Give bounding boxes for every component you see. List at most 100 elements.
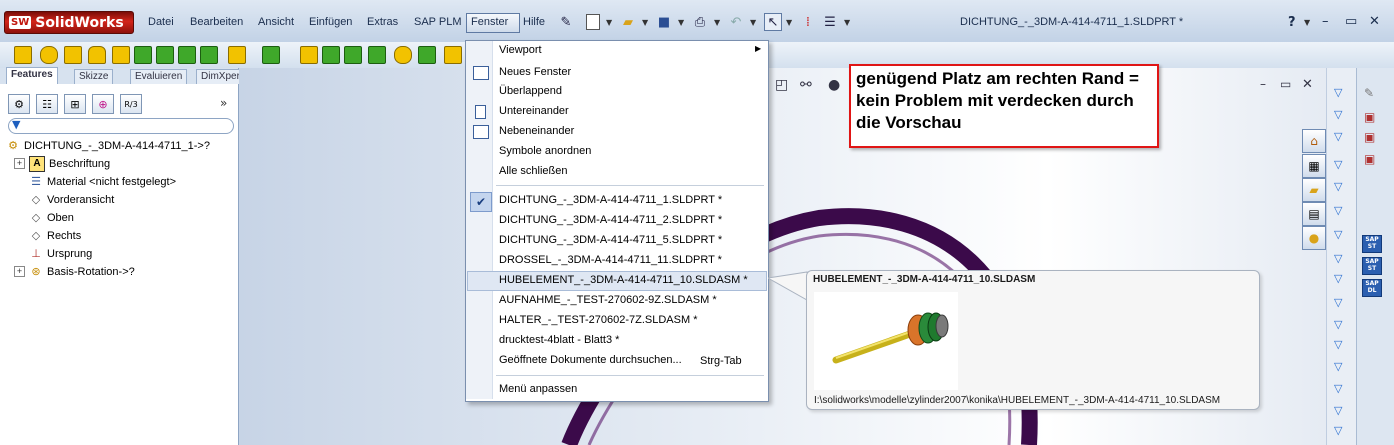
- restore-button[interactable]: ▭: [1345, 14, 1357, 29]
- sap-save-icon[interactable]: ▣: [1364, 130, 1375, 144]
- menu-sap-plm[interactable]: SAP PLM: [414, 16, 462, 28]
- chamfer-icon[interactable]: [134, 46, 152, 64]
- new-document-icon[interactable]: [586, 14, 600, 30]
- filter-icon[interactable]: ▽: [1334, 228, 1342, 241]
- appearances-icon[interactable]: ●: [1302, 226, 1326, 250]
- expand-icon[interactable]: +: [14, 158, 25, 169]
- menu-datei[interactable]: Datei: [148, 16, 174, 28]
- menu-item-document[interactable]: HALTER_-_TEST-270602-7Z.SLDASM *: [499, 311, 697, 329]
- menu-ansicht[interactable]: Ansicht: [258, 16, 294, 28]
- close-button[interactable]: ✕: [1369, 14, 1380, 29]
- menu-item-symbole-anordnen[interactable]: Symbole anordnen: [499, 142, 591, 160]
- display-manager-icon[interactable]: R/3: [120, 94, 142, 114]
- expand-icon[interactable]: +: [14, 266, 25, 277]
- filter-icon[interactable]: ▽: [1334, 424, 1342, 437]
- home-icon[interactable]: ⌂: [1302, 129, 1326, 153]
- menu-item-viewport[interactable]: Viewport: [499, 41, 542, 59]
- print-icon[interactable]: ⎙: [692, 14, 708, 30]
- filter-icon[interactable]: ▽: [1334, 272, 1342, 285]
- rebuild-traffic-light-icon[interactable]: ⁞: [800, 14, 816, 30]
- menu-item-neues-fenster[interactable]: Neues Fenster: [499, 63, 571, 81]
- tab-evaluieren[interactable]: Evaluieren: [130, 69, 188, 84]
- reference-geometry-icon[interactable]: [344, 46, 362, 64]
- tree-item-vorderansicht[interactable]: ◇ Vorderansicht: [14, 191, 115, 208]
- filter-icon[interactable]: ▽: [1334, 158, 1342, 171]
- property-manager-icon[interactable]: ☷: [36, 94, 58, 114]
- chevron-down-icon[interactable]: ▼: [606, 18, 612, 27]
- menu-item-document[interactable]: DICHTUNG_-_3DM-A-414-4711_1.SLDPRT *: [499, 191, 722, 209]
- tree-item-beschriftung[interactable]: + A Beschriftung: [14, 155, 110, 172]
- options-icon[interactable]: ☰: [822, 14, 838, 30]
- expand-chevron-icon[interactable]: »: [220, 96, 227, 110]
- hole-icon[interactable]: [228, 46, 246, 64]
- filter-icon[interactable]: ▽: [1334, 296, 1342, 309]
- menu-item-document[interactable]: DICHTUNG_-_3DM-A-414-4711_5.SLDPRT *: [499, 231, 722, 249]
- tree-root[interactable]: ⚙ DICHTUNG_-_3DM-A-414-4711_1->?: [6, 137, 210, 154]
- tree-item-material[interactable]: ☰ Material <nicht festgelegt>: [14, 173, 176, 190]
- mirror-icon[interactable]: [300, 46, 318, 64]
- filter-icon[interactable]: ▽: [1334, 108, 1342, 121]
- filter-input[interactable]: [8, 118, 234, 134]
- configuration-manager-icon[interactable]: ⊞: [64, 94, 86, 114]
- filter-icon[interactable]: ▽: [1334, 86, 1342, 99]
- tree-item-basis-rotation[interactable]: + ⊛ Basis-Rotation->?: [14, 263, 135, 280]
- menu-hilfe[interactable]: Hilfe: [523, 16, 545, 28]
- menu-einfuegen[interactable]: Einfügen: [309, 16, 352, 28]
- feature-tree-icon[interactable]: ⚙: [8, 94, 30, 114]
- shell-icon[interactable]: [178, 46, 196, 64]
- extrude-icon[interactable]: [14, 46, 32, 64]
- view-palette-icon[interactable]: ▤: [1302, 202, 1326, 226]
- minimize-button[interactable]: –: [1322, 14, 1329, 29]
- sweep-icon[interactable]: [64, 46, 82, 64]
- menu-item-untereinander[interactable]: Untereinander: [499, 102, 569, 120]
- viewport-restore-icon[interactable]: ▭: [1280, 77, 1291, 91]
- filter-icon[interactable]: ▽: [1334, 204, 1342, 217]
- viewport-minimize-icon[interactable]: –: [1260, 77, 1266, 91]
- hide-show-icon[interactable]: ⚯: [800, 77, 812, 93]
- rib-icon[interactable]: [156, 46, 174, 64]
- chevron-down-icon[interactable]: ▼: [750, 18, 756, 27]
- filter-icon[interactable]: ▽: [1334, 360, 1342, 373]
- menu-item-alle-schliessen[interactable]: Alle schließen: [499, 162, 567, 180]
- filter-icon[interactable]: ▽: [1334, 318, 1342, 331]
- sap-refresh-icon[interactable]: ▣: [1364, 152, 1375, 166]
- menu-item-nebeneinander[interactable]: Nebeneinander: [499, 122, 574, 140]
- chevron-down-icon[interactable]: ▼: [714, 18, 720, 27]
- sap-dl-badge[interactable]: SAP DL: [1362, 279, 1382, 297]
- solidworks-logo[interactable]: SW SolidWorks: [4, 11, 134, 34]
- view-orientation-icon[interactable]: ◰: [775, 77, 788, 93]
- select-arrow-icon[interactable]: ↖: [764, 13, 782, 31]
- menu-item-document[interactable]: drucktest-4blatt - Blatt3 *: [499, 331, 619, 349]
- undo-icon[interactable]: ↶: [728, 14, 744, 30]
- dome-icon[interactable]: [394, 46, 412, 64]
- menu-item-document[interactable]: DROSSEL_-_3DM-A-414-4711_11.SLDPRT *: [499, 251, 722, 269]
- filter-icon[interactable]: ▽: [1334, 382, 1342, 395]
- menu-item-menue-anpassen[interactable]: Menü anpassen: [499, 380, 577, 398]
- chevron-down-icon[interactable]: ▼: [844, 18, 850, 27]
- filter-icon[interactable]: ▽: [1334, 252, 1342, 265]
- sap-pin-icon[interactable]: ✎: [1364, 86, 1374, 100]
- tree-item-oben[interactable]: ◇ Oben: [14, 209, 74, 226]
- menu-fenster[interactable]: Fenster: [471, 16, 508, 28]
- tab-skizze[interactable]: Skizze: [74, 69, 114, 84]
- tree-item-rechts[interactable]: ◇ Rechts: [14, 227, 81, 244]
- revolve-icon[interactable]: [40, 46, 58, 64]
- chevron-down-icon[interactable]: ▼: [642, 18, 648, 27]
- filter-icon[interactable]: ▽: [1334, 130, 1342, 143]
- menu-extras[interactable]: Extras: [367, 16, 398, 28]
- sap-st-badge[interactable]: SAP ST: [1362, 235, 1382, 253]
- fillet-icon[interactable]: [112, 46, 130, 64]
- dimxpert-manager-icon[interactable]: ⊕: [92, 94, 114, 114]
- menu-item-browse-documents[interactable]: Geöffnete Dokumente durchsuchen...: [499, 351, 682, 369]
- pin-icon[interactable]: ✎: [558, 14, 574, 30]
- draft-icon[interactable]: [200, 46, 218, 64]
- split-icon[interactable]: [368, 46, 386, 64]
- filter-icon[interactable]: ▽: [1334, 338, 1342, 351]
- menu-bearbeiten[interactable]: Bearbeiten: [190, 16, 243, 28]
- menu-item-document-hover[interactable]: HUBELEMENT_-_3DM-A-414-4711_10.SLDASM *: [499, 271, 748, 289]
- save-icon[interactable]: ■: [656, 14, 672, 30]
- design-library-icon[interactable]: ▦: [1302, 154, 1326, 178]
- viewport-close-icon[interactable]: ✕: [1302, 77, 1313, 92]
- chevron-down-icon[interactable]: ▼: [678, 18, 684, 27]
- tab-features[interactable]: Features: [6, 67, 58, 84]
